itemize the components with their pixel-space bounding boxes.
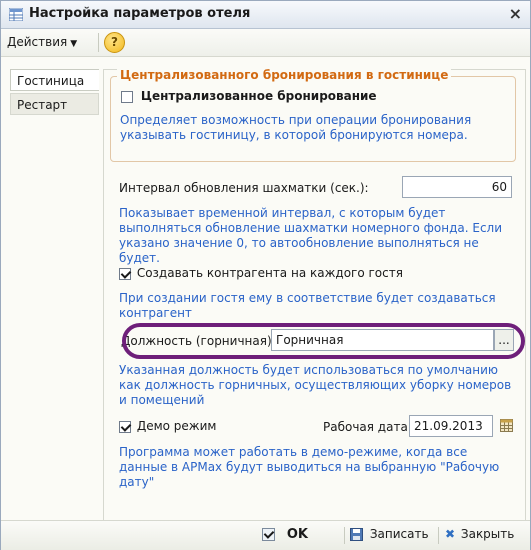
settings-grid-icon bbox=[9, 8, 23, 21]
close-window-button[interactable]: × bbox=[509, 4, 522, 23]
window-title: Настройка параметров отеля bbox=[29, 6, 251, 21]
create-contractor-row[interactable]: Создавать контрагента на каждого гостя bbox=[119, 266, 403, 280]
central-booking-checkbox-row[interactable]: Централизованное бронирование bbox=[121, 89, 377, 103]
tab-restart[interactable]: Рестарт bbox=[10, 93, 99, 115]
working-date-input[interactable]: 21.09.2013 bbox=[409, 415, 493, 437]
footer-bar: OK Записать ✖ Закрыть bbox=[1, 520, 530, 550]
position-highlight-outline bbox=[122, 323, 525, 359]
calendar-icon[interactable] bbox=[500, 419, 513, 432]
demo-mode-checkbox[interactable] bbox=[119, 420, 131, 433]
tab-content-hotel: Централизованного бронирования в гостини… bbox=[103, 68, 526, 523]
working-date-label: Рабочая дата: bbox=[323, 420, 412, 434]
demo-mode-label: Демо режим bbox=[136, 419, 217, 433]
central-booking-checkbox[interactable] bbox=[121, 90, 133, 103]
create-contractor-checkbox[interactable] bbox=[119, 267, 131, 280]
demo-mode-hint: Программа может работать в демо-режиме, … bbox=[119, 445, 500, 489]
toolbar-separator bbox=[98, 33, 99, 52]
close-button-label: Закрыть bbox=[460, 527, 515, 541]
tab-hotel[interactable]: Гостиница bbox=[10, 69, 99, 91]
footer-separator bbox=[438, 527, 439, 544]
create-contractor-label: Создавать контрагента на каждого гостя bbox=[136, 266, 403, 280]
save-button-label: Записать bbox=[369, 527, 429, 541]
refresh-interval-hint: Показывает временной интервал, с которым… bbox=[119, 206, 503, 265]
central-booking-hint: Определяет возможность при операции брон… bbox=[120, 113, 472, 142]
settings-window: Настройка параметров отеля × Действия ▼ ?… bbox=[0, 0, 531, 550]
refresh-interval-label: Интервал обновления шахматки (сек.): bbox=[119, 181, 369, 195]
ok-button-label: OK bbox=[286, 527, 308, 542]
footer-separator bbox=[344, 527, 345, 544]
close-button[interactable]: ✖ Закрыть bbox=[445, 527, 514, 541]
ok-button[interactable]: OK bbox=[262, 527, 308, 542]
tab-list: Гостиница Рестарт bbox=[10, 69, 103, 119]
create-contractor-hint: При создании гостя ему в соответствие бу… bbox=[119, 291, 496, 320]
save-icon bbox=[350, 528, 363, 541]
title-bar: Настройка параметров отеля × bbox=[1, 1, 530, 29]
actions-menu-label: Действия bbox=[7, 35, 68, 49]
housekeeper-position-hint: Указанная должность будет использоваться… bbox=[119, 363, 512, 407]
dropdown-arrow-icon: ▼ bbox=[70, 39, 78, 49]
save-button[interactable]: Записать bbox=[350, 527, 429, 541]
close-x-icon: ✖ bbox=[445, 527, 456, 541]
help-icon[interactable]: ? bbox=[104, 32, 125, 53]
central-booking-group: Централизованного бронирования в гостини… bbox=[110, 68, 516, 162]
refresh-interval-input[interactable]: 60 bbox=[402, 176, 512, 198]
demo-mode-row[interactable]: Демо режим bbox=[119, 419, 216, 433]
central-booking-label: Централизованное бронирование bbox=[140, 89, 377, 103]
command-bar: Действия ▼ ? bbox=[1, 29, 530, 57]
ok-check-icon bbox=[262, 528, 275, 541]
group-legend: Централизованного бронирования в гостини… bbox=[117, 68, 452, 82]
actions-menu[interactable]: Действия ▼ bbox=[7, 35, 77, 49]
